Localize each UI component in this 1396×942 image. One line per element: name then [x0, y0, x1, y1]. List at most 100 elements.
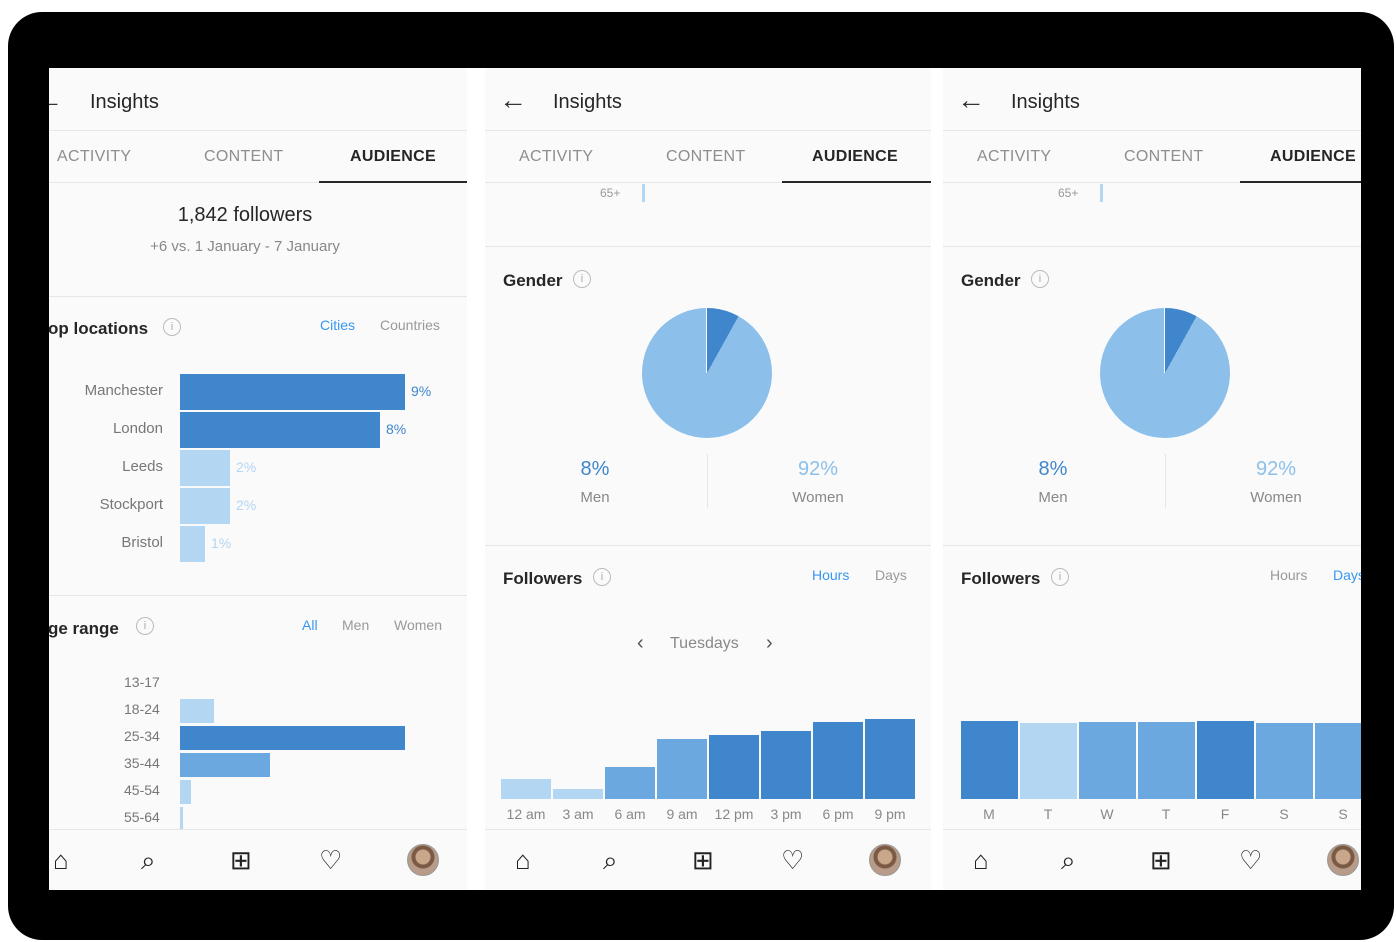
- home-icon[interactable]: ⌂: [973, 846, 989, 874]
- profile-avatar[interactable]: [1327, 844, 1359, 876]
- toggle-all[interactable]: All: [302, 617, 318, 633]
- divider: [49, 595, 467, 596]
- add-post-icon[interactable]: ⊞: [1150, 846, 1172, 874]
- age-label: 35-44: [124, 755, 160, 771]
- add-post-icon[interactable]: ⊞: [230, 846, 252, 874]
- day-bar: [1020, 723, 1077, 799]
- gender-title: Gender: [961, 271, 1021, 290]
- tab-bar: ACTIVITY CONTENT AUDIENCE: [943, 130, 1361, 183]
- hour-label: 9 am: [666, 806, 698, 822]
- insights-panel-gender-days: ← Insights ACTIVITY CONTENT AUDIENCE 65+…: [943, 68, 1361, 890]
- women-label: Women: [1250, 489, 1302, 506]
- toggle-hours[interactable]: Hours: [812, 567, 849, 583]
- tab-content[interactable]: CONTENT: [1124, 148, 1203, 166]
- screen: ← Insights ACTIVITY CONTENT AUDIENCE 1,8…: [49, 68, 1361, 890]
- toggle-days[interactable]: Days: [1333, 567, 1361, 583]
- day-bar: [1197, 721, 1254, 799]
- tab-audience[interactable]: AUDIENCE: [1270, 148, 1356, 166]
- top-bar: ← Insights: [943, 68, 1361, 131]
- search-icon[interactable]: ⌕: [603, 846, 618, 874]
- info-icon[interactable]: i: [163, 318, 181, 336]
- location-label: Stockport: [99, 496, 163, 513]
- page-title: Insights: [1011, 91, 1080, 113]
- tab-audience[interactable]: AUDIENCE: [812, 148, 898, 166]
- gender-separator: [707, 454, 708, 508]
- back-arrow-icon[interactable]: ←: [957, 86, 985, 114]
- add-post-icon[interactable]: ⊞: [692, 846, 714, 874]
- tab-content[interactable]: CONTENT: [204, 148, 283, 166]
- heart-icon[interactable]: ♡: [781, 846, 804, 874]
- divider: [49, 296, 467, 297]
- location-bar: [180, 488, 230, 524]
- info-icon[interactable]: i: [1051, 568, 1069, 586]
- scroll-remnant-bar: [642, 184, 645, 202]
- day-label: T: [1043, 806, 1053, 822]
- hour-bar: [553, 789, 603, 799]
- toggle-women[interactable]: Women: [394, 617, 442, 633]
- toggle-countries[interactable]: Countries: [380, 317, 440, 333]
- toggle-cities[interactable]: Cities: [320, 317, 355, 333]
- location-percent: 8%: [386, 421, 407, 437]
- home-icon[interactable]: ⌂: [53, 846, 69, 874]
- men-label: Men: [580, 489, 610, 506]
- age-bar: [180, 726, 405, 750]
- prev-day-icon[interactable]: ‹: [637, 632, 644, 655]
- day-label: S: [1279, 806, 1289, 822]
- tab-activity[interactable]: ACTIVITY: [57, 148, 131, 166]
- day-label: F: [1220, 806, 1230, 822]
- location-bar: [180, 450, 230, 486]
- day-bar: [1138, 722, 1195, 799]
- back-arrow-icon[interactable]: ←: [49, 86, 63, 114]
- tab-audience[interactable]: AUDIENCE: [350, 148, 436, 166]
- tab-bar: ACTIVITY CONTENT AUDIENCE: [485, 130, 931, 183]
- bottom-nav: ⌂ ⌕ ⊞ ♡: [49, 829, 467, 890]
- bottom-nav: ⌂ ⌕ ⊞ ♡: [485, 829, 931, 890]
- tab-activity[interactable]: ACTIVITY: [977, 148, 1051, 166]
- heart-icon[interactable]: ♡: [319, 846, 342, 874]
- home-icon[interactable]: ⌂: [515, 846, 531, 874]
- location-percent: 9%: [411, 383, 432, 399]
- info-icon[interactable]: i: [593, 568, 611, 586]
- profile-avatar[interactable]: [407, 844, 439, 876]
- age-bar: [180, 807, 184, 831]
- info-icon[interactable]: i: [136, 617, 154, 635]
- hour-label: 6 am: [614, 806, 646, 822]
- active-tab-underline: [1240, 181, 1361, 183]
- next-day-icon[interactable]: ›: [766, 632, 773, 655]
- day-bar: [1315, 723, 1361, 799]
- age-label: 18-24: [124, 701, 160, 717]
- top-locations-title: op locations: [49, 319, 149, 338]
- women-percent: 92%: [797, 458, 839, 480]
- top-bar: ← Insights: [49, 68, 467, 131]
- profile-avatar[interactable]: [869, 844, 901, 876]
- search-icon[interactable]: ⌕: [141, 846, 156, 874]
- info-icon[interactable]: i: [1031, 270, 1049, 288]
- day-label: T: [1161, 806, 1171, 822]
- hour-bar: [657, 739, 707, 799]
- hour-bar: [605, 767, 655, 799]
- search-icon[interactable]: ⌕: [1061, 846, 1076, 874]
- gender-title: Gender: [503, 271, 563, 290]
- hour-bar: [709, 735, 759, 799]
- tab-content[interactable]: CONTENT: [666, 148, 745, 166]
- hour-bar: [865, 719, 915, 799]
- age-bar: [180, 780, 192, 804]
- info-icon[interactable]: i: [573, 270, 591, 288]
- location-bar: [180, 412, 380, 448]
- age-label: 25-34: [124, 728, 160, 744]
- toggle-men[interactable]: Men: [342, 617, 369, 633]
- back-arrow-icon[interactable]: ←: [499, 86, 527, 114]
- day-label: Tuesdays: [670, 635, 739, 652]
- followers-title: Followers: [503, 569, 583, 588]
- active-tab-underline: [782, 181, 931, 183]
- heart-icon[interactable]: ♡: [1239, 846, 1262, 874]
- hour-label: 12 pm: [714, 806, 754, 822]
- toggle-hours[interactable]: Hours: [1270, 567, 1307, 583]
- day-label: S: [1338, 806, 1348, 822]
- gender-pie-chart: [642, 308, 772, 438]
- toggle-days[interactable]: Days: [875, 567, 907, 583]
- hour-bar: [501, 779, 551, 799]
- tab-activity[interactable]: ACTIVITY: [519, 148, 593, 166]
- divider: [485, 545, 931, 546]
- device-frame: ← Insights ACTIVITY CONTENT AUDIENCE 1,8…: [8, 12, 1394, 940]
